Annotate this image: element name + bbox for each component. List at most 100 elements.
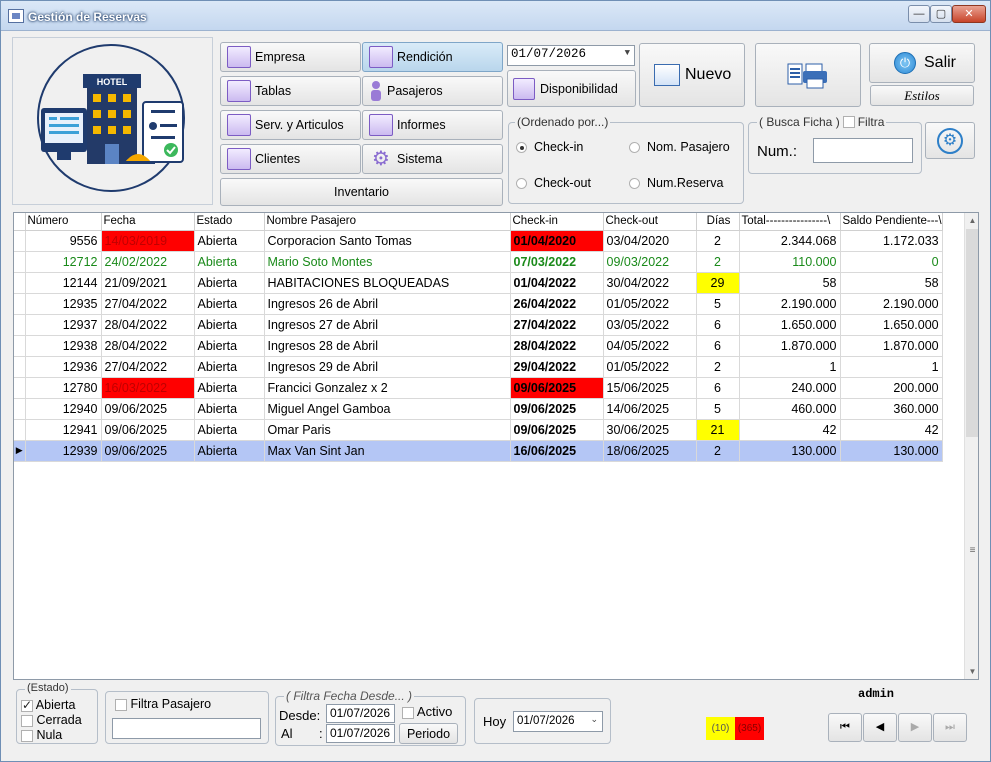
cell-estado[interactable]: Abierta (194, 356, 265, 378)
cell-dias[interactable]: 6 (696, 314, 740, 336)
cell-numero[interactable]: 12144 (25, 272, 102, 294)
cell-fecha[interactable]: 09/06/2025 (101, 398, 195, 420)
cell-nombre[interactable]: Ingresos 27 de Abril (264, 314, 511, 336)
row-indicator[interactable] (14, 419, 26, 441)
cell-saldo[interactable]: 360.000 (840, 398, 943, 420)
cell-checkout[interactable]: 03/04/2020 (603, 230, 697, 252)
cell-checkin[interactable]: 07/03/2022 (510, 251, 604, 273)
cell-estado[interactable]: Abierta (194, 314, 265, 336)
rendicion-button[interactable]: Rendición (362, 42, 503, 72)
vertical-scrollbar[interactable]: ▲ ≡ ▼ (964, 213, 978, 679)
cell-saldo[interactable]: 0 (840, 251, 943, 273)
cell-estado[interactable]: Abierta (194, 251, 265, 273)
scroll-down-icon[interactable]: ▼ (965, 664, 978, 679)
hoy-date-picker[interactable]: 01/07/2026 ⌄ (513, 711, 603, 732)
cell-estado[interactable]: Abierta (194, 440, 265, 462)
salir-button[interactable]: ⏻ Salir (869, 43, 975, 83)
row-indicator[interactable] (14, 272, 26, 294)
radio-dot-num-reserva[interactable] (629, 177, 640, 189)
activo-row[interactable]: Activo (402, 704, 452, 719)
abierta-checkbox[interactable] (21, 698, 33, 713)
cell-nombre[interactable]: HABITACIONES BLOQUEADAS (264, 272, 511, 294)
cell-nombre[interactable]: Corporacion Santo Tomas (264, 230, 511, 252)
cell-fecha[interactable]: 14/03/2019 (101, 230, 195, 252)
row-indicator[interactable] (14, 356, 26, 378)
cell-fecha[interactable]: 09/06/2025 (101, 440, 195, 462)
table-row[interactable]: 12938 28/04/2022 Abierta Ingresos 28 de Abr… (14, 335, 943, 357)
cell-nombre[interactable]: Mario Soto Montes (264, 251, 511, 273)
chevron-down-icon[interactable]: ▼ (625, 48, 630, 58)
radio-nom-pasajero[interactable]: Nom. Pasajero (629, 140, 730, 154)
radio-num-reserva[interactable]: Num.Reserva (629, 176, 723, 190)
radio-dot-checkin[interactable] (516, 141, 527, 153)
cell-nombre[interactable]: Francici Gonzalez x 2 (264, 377, 511, 399)
cell-estado[interactable]: Abierta (194, 272, 265, 294)
col-total[interactable]: Total----------------\ (739, 213, 841, 231)
cell-total[interactable]: 110.000 (739, 251, 841, 273)
estilos-button[interactable]: Estilos (870, 85, 974, 106)
sistema-button[interactable]: ⚙ Sistema (362, 144, 503, 174)
cell-checkout[interactable]: 01/05/2022 (603, 356, 697, 378)
cell-checkout[interactable]: 18/06/2025 (603, 440, 697, 462)
cerrada-checkbox[interactable] (21, 714, 33, 727)
cell-numero[interactable]: 12780 (25, 377, 102, 399)
cell-fecha[interactable]: 27/04/2022 (101, 356, 195, 378)
num-ficha-input[interactable] (813, 138, 913, 163)
cell-saldo[interactable]: 1 (840, 356, 943, 378)
cell-total[interactable]: 1.870.000 (739, 335, 841, 357)
cell-checkin[interactable]: 09/06/2025 (510, 398, 604, 420)
col-checkout[interactable]: Check-out (603, 213, 697, 231)
empresa-button[interactable]: Empresa (220, 42, 361, 72)
nav-last-button[interactable]: ⏭ (933, 713, 967, 742)
row-indicator[interactable]: ▶ (14, 440, 26, 462)
nav-next-button[interactable]: ▶ (898, 713, 932, 742)
cell-nombre[interactable]: Ingresos 29 de Abril (264, 356, 511, 378)
chevron-down-icon[interactable]: ⌄ (590, 714, 598, 725)
cell-checkin[interactable]: 16/06/2025 (510, 440, 604, 462)
cell-checkout[interactable]: 04/05/2022 (603, 335, 697, 357)
cell-checkout[interactable]: 15/06/2025 (603, 377, 697, 399)
cell-checkin[interactable]: 29/04/2022 (510, 356, 604, 378)
print-button[interactable] (755, 43, 861, 107)
cell-saldo[interactable]: 2.190.000 (840, 293, 943, 315)
row-indicator[interactable] (14, 314, 26, 336)
col-numero[interactable]: Número (25, 213, 102, 231)
estado-nula[interactable]: Nula (21, 728, 82, 743)
cell-total[interactable]: 1 (739, 356, 841, 378)
cell-numero[interactable]: 12712 (25, 251, 102, 273)
table-row[interactable]: 12941 09/06/2025 Abierta Omar Paris 09/06/20… (14, 419, 943, 441)
cell-checkout[interactable]: 30/06/2025 (603, 419, 697, 441)
nav-first-button[interactable]: ⏮ (828, 713, 862, 742)
cell-total[interactable]: 42 (739, 419, 841, 441)
al-input[interactable]: 01/07/2026 (326, 724, 395, 743)
cell-nombre[interactable]: Ingresos 28 de Abril (264, 335, 511, 357)
cell-nombre[interactable]: Max Van Sint Jan (264, 440, 511, 462)
table-row[interactable]: 12940 09/06/2025 Abierta Miguel Angel Gambo… (14, 398, 943, 420)
cell-estado[interactable]: Abierta (194, 398, 265, 420)
pasajeros-button[interactable]: Pasajeros (362, 76, 503, 106)
col-nombre[interactable]: Nombre Pasajero (264, 213, 511, 231)
cell-fecha[interactable]: 21/09/2021 (101, 272, 195, 294)
cell-numero[interactable]: 12937 (25, 314, 102, 336)
cell-estado[interactable]: Abierta (194, 335, 265, 357)
minimize-button[interactable]: — (908, 5, 930, 23)
filtra-pasajero-row[interactable]: Filtra Pasajero (115, 697, 211, 711)
cell-numero[interactable]: 12936 (25, 356, 102, 378)
maximize-button[interactable]: ▢ (930, 5, 952, 23)
col-checkin[interactable]: Check-in (510, 213, 604, 231)
col-dias[interactable]: Días (696, 213, 740, 231)
cell-checkout[interactable]: 14/06/2025 (603, 398, 697, 420)
col-fecha[interactable]: Fecha (101, 213, 195, 231)
table-row[interactable]: 12144 21/09/2021 Abierta HABITACIONES BLOQU… (14, 272, 943, 294)
reservas-grid[interactable]: Número Fecha Estado Nombre Pasajero Chec… (13, 212, 979, 680)
table-row[interactable]: ▶ 12939 09/06/2025 Abierta Max Van Sint Jan 1… (14, 440, 943, 462)
scroll-up-icon[interactable]: ▲ (965, 213, 978, 228)
cell-numero[interactable]: 9556 (25, 230, 102, 252)
cell-nombre[interactable]: Omar Paris (264, 419, 511, 441)
cell-dias[interactable]: 29 (696, 272, 740, 294)
filtra-pasajero-input[interactable] (112, 718, 261, 739)
cell-checkin[interactable]: 01/04/2022 (510, 272, 604, 294)
row-indicator[interactable] (14, 230, 26, 252)
row-indicator[interactable] (14, 377, 26, 399)
cell-checkout[interactable]: 09/03/2022 (603, 251, 697, 273)
